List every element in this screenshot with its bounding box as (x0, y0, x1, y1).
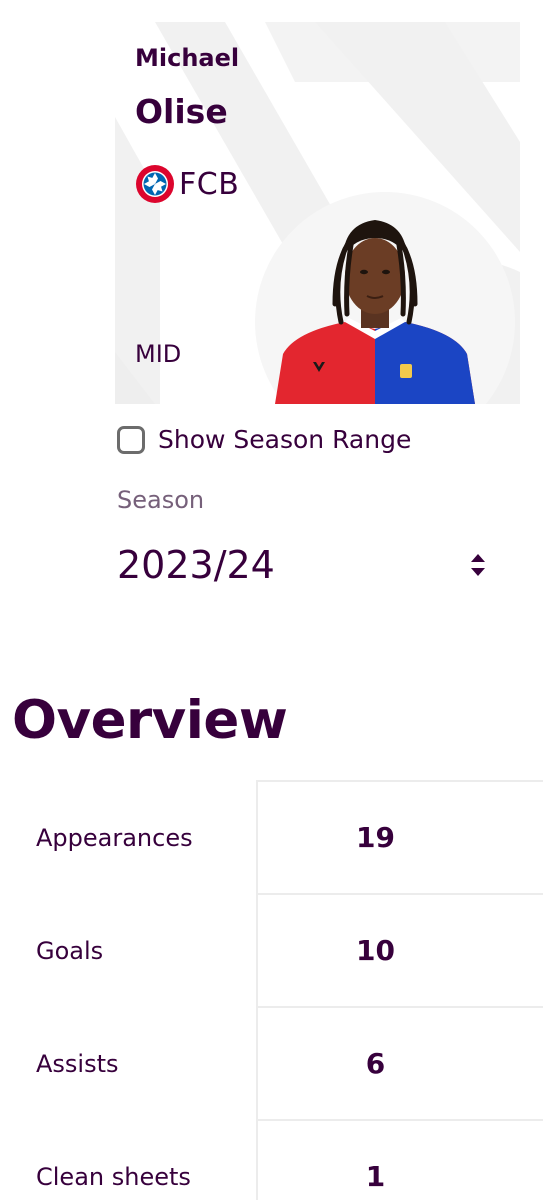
stat-value: 19 (256, 782, 543, 893)
stat-value: 6 (256, 1008, 543, 1119)
player-club: FCB (135, 164, 239, 204)
player-first-name: Michael (135, 44, 240, 72)
player-card: Michael Olise FCB MID (115, 22, 520, 404)
stat-label: Goals (36, 936, 104, 965)
stat-row-assists: Assists 6 (0, 1006, 543, 1119)
stat-value: 10 (256, 895, 543, 1006)
club-short-name: FCB (179, 166, 240, 202)
season-range-checkbox[interactable] (117, 425, 145, 454)
stat-row-clean-sheets: Clean sheets 1 (0, 1119, 543, 1200)
fc-bayern-badge-icon (136, 165, 174, 203)
sort-arrows-icon (471, 554, 485, 576)
player-last-name: Olise (135, 92, 228, 131)
player-position: MID (135, 340, 182, 368)
stat-label: Appearances (36, 823, 193, 852)
stat-row-appearances: Appearances 19 (0, 780, 543, 893)
player-photo (275, 220, 475, 404)
stat-label: Assists (36, 1049, 119, 1078)
overview-title: Overview (12, 690, 288, 751)
stat-row-goals: Goals 10 (0, 893, 543, 1006)
season-range-toggle[interactable]: Show Season Range (117, 425, 411, 454)
season-range-label: Show Season Range (158, 425, 412, 454)
season-value: 2023/24 (117, 543, 275, 587)
overview-stats-table: Appearances 19 Goals 10 Assists 6 Clean … (0, 780, 543, 1200)
stat-label: Clean sheets (36, 1162, 191, 1191)
season-select[interactable]: 2023/24 (117, 533, 497, 597)
season-label: Season (117, 486, 205, 514)
stat-value: 1 (256, 1121, 543, 1200)
